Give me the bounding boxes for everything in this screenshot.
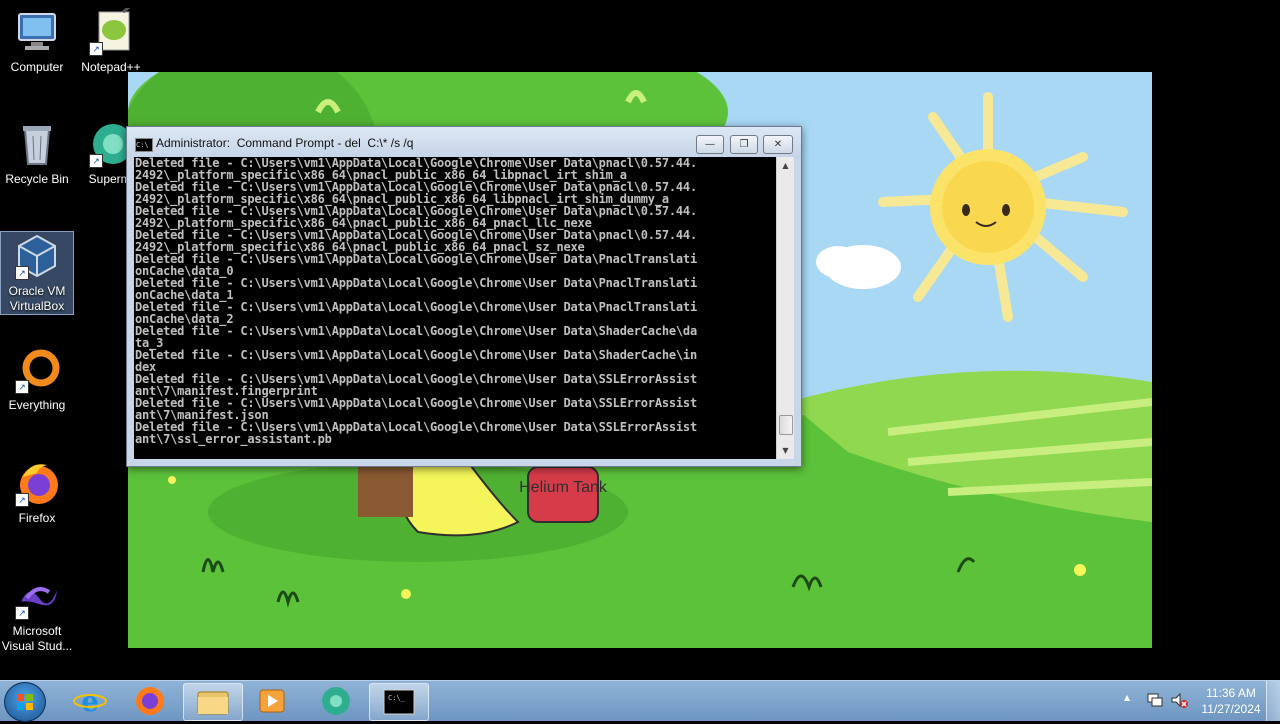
console-line: Deleted file - C:\Users\vm1\AppData\Loca… <box>135 324 697 338</box>
desktop-icon-computer[interactable]: Computer <box>1 8 73 75</box>
maximize-button[interactable]: ❐ <box>730 135 758 154</box>
virtualbox-icon: ↗ <box>13 232 61 280</box>
taskbar-command-prompt[interactable]: C:\_ <box>369 683 429 721</box>
taskbar-supermium[interactable] <box>307 683 365 719</box>
window-titlebar[interactable]: C:\ Administrator: Command Prompt - del … <box>127 127 801 159</box>
vertical-scrollbar[interactable]: ▲ ▼ <box>776 157 794 459</box>
close-button[interactable]: ✕ <box>763 135 793 154</box>
shortcut-arrow-icon: ↗ <box>89 154 103 168</box>
volume-muted-icon[interactable] <box>1170 691 1188 709</box>
taskbar-internet-explorer[interactable]: e <box>61 683 119 719</box>
tray-overflow-chevron[interactable]: ▲ <box>1124 693 1130 702</box>
minimize-button[interactable]: — <box>696 135 724 154</box>
window-title: Administrator: Command Prompt - del C:\*… <box>156 136 414 150</box>
svg-text:C:\_: C:\_ <box>388 694 406 702</box>
desktop-icon-recycle-bin[interactable]: Recycle Bin <box>1 120 73 187</box>
command-prompt-icon: C:\_ <box>383 689 415 715</box>
desktop-icon-label: Everything <box>8 398 66 412</box>
file-explorer-icon <box>197 691 229 715</box>
network-icon[interactable] <box>1146 691 1164 709</box>
desktop-icon-everything[interactable]: ↗ Everything <box>1 346 73 413</box>
desktop-icon-virtualbox[interactable]: ↗ Oracle VM VirtualBox <box>0 231 74 315</box>
scrollbar-thumb[interactable] <box>779 415 793 435</box>
taskbar: e C:\_ ▲ 11:36 AM 11/27/2024 <box>0 680 1280 722</box>
computer-icon <box>13 8 61 56</box>
visual-studio-icon: ↗ <box>13 572 61 620</box>
desktop-icon-label: Notepad++ <box>81 60 141 74</box>
internet-explorer-icon: e <box>73 685 107 718</box>
clock-time: 11:36 AM <box>1206 686 1256 700</box>
desktop: Helium Tank Computer ↗ Notepad++ Recycle… <box>0 0 1280 680</box>
show-desktop-button[interactable] <box>1266 681 1280 721</box>
firefox-icon <box>136 687 164 715</box>
svg-text:e: e <box>81 685 99 718</box>
taskbar-file-explorer[interactable] <box>183 683 243 721</box>
command-prompt-icon[interactable]: C:\ <box>135 138 153 152</box>
desktop-icon-label: Oracle VM VirtualBox <box>8 284 66 313</box>
desktop-icon-notepadpp[interactable]: ↗ Notepad++ <box>75 2 147 75</box>
taskbar-clock[interactable]: 11:36 AM 11/27/2024 <box>1196 685 1266 717</box>
desktop-icon-label: Microsoft Visual Stud... <box>1 624 73 653</box>
everything-icon: ↗ <box>13 346 61 394</box>
console-line: ant\7\ssl_error_assistant.pb <box>135 432 332 446</box>
shortcut-arrow-icon: ↗ <box>15 380 29 394</box>
shortcut-arrow-icon: ↗ <box>15 606 29 620</box>
recycle-bin-icon <box>13 120 61 168</box>
windows-logo-icon <box>17 694 33 710</box>
shortcut-arrow-icon: ↗ <box>15 266 29 280</box>
console-area[interactable]: Deleted file - C:\Users\vm1\AppData\Loca… <box>134 157 794 459</box>
start-button[interactable] <box>4 682 46 722</box>
media-player-icon <box>259 689 285 713</box>
desktop-icon-label: Firefox <box>18 511 56 525</box>
command-prompt-window[interactable]: C:\ Administrator: Command Prompt - del … <box>126 126 802 467</box>
scroll-up-button[interactable]: ▲ <box>777 157 794 174</box>
taskbar-firefox[interactable] <box>121 683 179 719</box>
scroll-down-button[interactable]: ▼ <box>777 442 794 459</box>
desktop-icon-firefox[interactable]: ↗ Firefox <box>1 459 73 526</box>
desktop-icon-visual-studio[interactable]: ↗ Microsoft Visual Stud... <box>1 572 73 654</box>
taskbar-media-player[interactable] <box>243 683 301 719</box>
desktop-icon-label: Recycle Bin <box>5 172 69 186</box>
firefox-icon: ↗ <box>13 459 61 507</box>
supermium-icon <box>322 687 350 715</box>
helium-tank-label: Helium Tank <box>519 479 608 496</box>
console-output: Deleted file - C:\Users\vm1\AppData\Loca… <box>135 157 775 459</box>
notepadpp-icon: ↗ <box>87 2 135 56</box>
clock-date: 11/27/2024 <box>1201 702 1261 716</box>
desktop-icon-label: Computer <box>10 60 64 74</box>
console-line: Deleted file - C:\Users\vm1\AppData\Loca… <box>135 348 697 362</box>
shortcut-arrow-icon: ↗ <box>89 42 103 56</box>
shortcut-arrow-icon: ↗ <box>15 493 29 507</box>
